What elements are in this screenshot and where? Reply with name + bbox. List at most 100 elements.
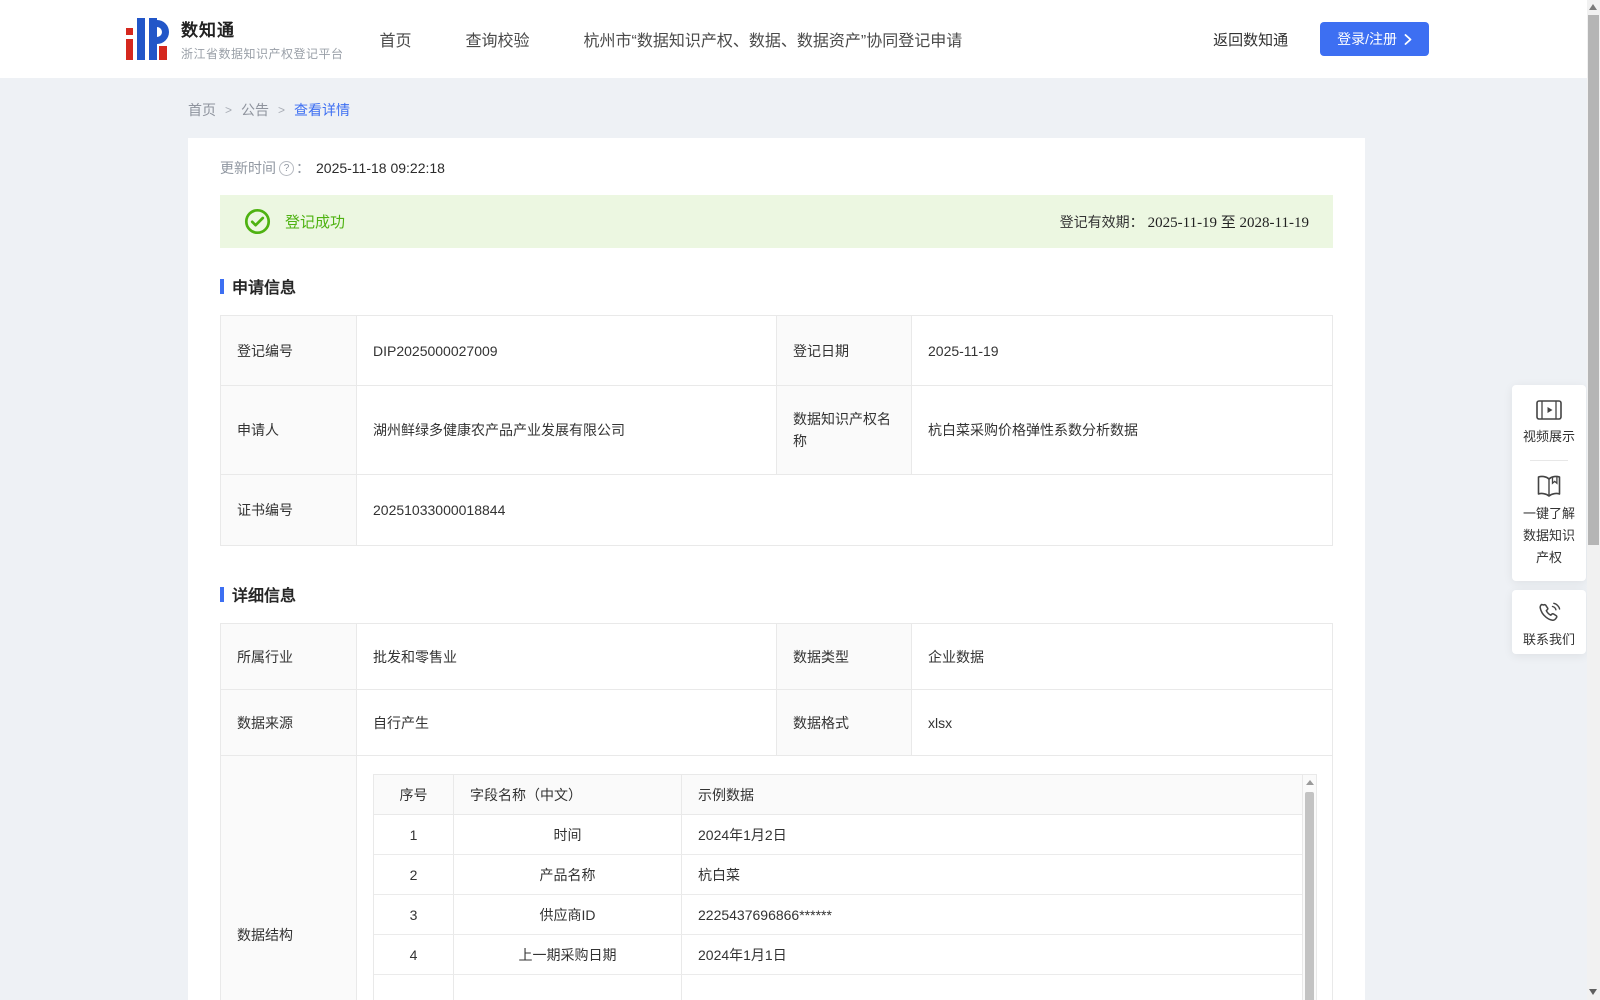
info-label: 登记日期 xyxy=(777,316,912,385)
info-label: 所属行业 xyxy=(221,624,357,689)
contact-us-label: 联系我们 xyxy=(1522,632,1575,647)
info-value: 20251033000018844 xyxy=(373,502,506,518)
status-banner: 登记成功 登记有效期： 2025-11-19 至 2028-11-19 xyxy=(220,195,1333,248)
breadcrumb-item-0[interactable]: 首页 xyxy=(188,100,216,120)
info-value: 企业数据 xyxy=(928,648,984,665)
login-button-label: 登录/注册 xyxy=(1337,31,1397,47)
structure-header-cell: 字段名称（中文） xyxy=(454,775,682,814)
login-button[interactable]: 登录/注册 xyxy=(1320,22,1429,56)
breadcrumb-item-1[interactable]: 公告 xyxy=(241,100,269,120)
structure-cell: 2 xyxy=(374,855,454,894)
phone-icon xyxy=(1539,602,1561,621)
info-label: 数据来源 xyxy=(221,690,357,755)
chevron-right-icon xyxy=(1404,33,1412,45)
structure-cell: 2024年1月2日 xyxy=(698,826,787,843)
validity-label: 登记有效期： xyxy=(1059,213,1144,230)
structure-cell: 2225437696866****** xyxy=(698,906,832,923)
structure-table-header: 序号 字段名称（中文） 示例数据 xyxy=(374,775,1316,815)
data-structure-body: 序号 字段名称（中文） 示例数据 1 时间 2024年1月2日 2 产品名称 杭白菜 3 供应商ID… xyxy=(357,756,1332,1000)
update-time-colon: ： xyxy=(296,160,310,176)
info-label: 数据类型 xyxy=(777,624,912,689)
section-bar xyxy=(220,278,224,294)
structure-cell: 供应商ID xyxy=(454,895,682,934)
structure-table-row: 2 产品名称 杭白菜 xyxy=(374,855,1302,895)
info-value: 批发和零售业 xyxy=(357,624,777,689)
header-right: 返回数知通 登录/注册 xyxy=(1213,22,1429,56)
structure-scrollbar-up-arrow[interactable] xyxy=(1306,780,1314,785)
structure-table-row: 4 上一期采购日期 2024年1月1日 xyxy=(374,935,1302,975)
breadcrumb-separator: > xyxy=(278,103,286,117)
info-label: 数据知识产权名称 xyxy=(777,386,912,474)
info-table-row: 证书编号 20251033000018844 xyxy=(221,475,1332,545)
book-icon xyxy=(1537,475,1561,497)
info-value: 自行产生 xyxy=(357,690,777,755)
info-label: 申请人 xyxy=(221,386,357,474)
structure-header-cell: 示例数据 xyxy=(698,786,754,803)
guide-label: 一键了解数据知识产权 xyxy=(1522,506,1575,565)
page-scrollbar[interactable] xyxy=(1587,0,1600,1000)
section-detail-title: 详细信息 xyxy=(232,588,297,605)
success-check-icon xyxy=(244,208,271,235)
video-demo-button[interactable]: 视频展示 xyxy=(1512,398,1586,448)
structure-table: 序号 字段名称（中文） 示例数据 1 时间 2024年1月2日 2 产品名称 杭白菜 3 供应商ID… xyxy=(373,774,1317,1000)
contact-us-button[interactable]: 联系我们 xyxy=(1512,601,1586,651)
scrollbar-down-arrow[interactable] xyxy=(1589,989,1597,995)
nav-item-2[interactable]: 杭州市“数据知识产权、数据、数据资产”协同登记申请 xyxy=(584,27,963,51)
structure-table-row: 1 时间 2024年1月2日 xyxy=(374,815,1302,855)
divider xyxy=(1530,460,1568,461)
scrollbar-thumb[interactable] xyxy=(1588,15,1599,545)
structure-header-cell: 序号 xyxy=(374,775,454,814)
detail-card: 更新时间 ? ： 2025-11-18 09:22:18 登记成功 登记有效期：… xyxy=(188,138,1365,1000)
structure-cell: 时间 xyxy=(454,815,682,854)
video-demo-label: 视频展示 xyxy=(1522,429,1575,444)
validity-value: 2025-11-19 至 2028-11-19 xyxy=(1147,215,1309,231)
back-link[interactable]: 返回数知通 xyxy=(1213,29,1288,50)
structure-cell: 上一期采购日期 xyxy=(454,935,682,974)
info-value: 杭白菜采购价格弹性系数分析数据 xyxy=(928,422,1138,438)
logo-title: 数知通 xyxy=(181,21,235,40)
detail-info-table: 所属行业 批发和零售业 数据类型 企业数据 数据来源 自行产生 数据格式 xlsx 数据结构 序号… xyxy=(220,623,1333,1000)
contact-panel: 联系我们 xyxy=(1512,590,1586,654)
structure-table-scrollbar[interactable] xyxy=(1302,775,1316,1000)
structure-cell xyxy=(374,975,454,1000)
main-nav: 首页 查询校验 杭州市“数据知识产权、数据、数据资产”协同登记申请 xyxy=(380,27,963,51)
structure-cell: 3 xyxy=(374,895,454,934)
structure-cell xyxy=(454,975,682,1000)
guide-button[interactable]: 一键了解数据知识产权 xyxy=(1512,473,1586,569)
help-icon[interactable]: ? xyxy=(279,160,294,176)
update-time-label: 更新时间 xyxy=(220,160,276,176)
structure-cell: 产品名称 xyxy=(454,855,682,894)
info-value: 湖州鲜绿多健康农产品产业发展有限公司 xyxy=(357,386,777,474)
logo-subtitle: 浙江省数据知识产权登记平台 xyxy=(181,47,344,61)
structure-cell: 杭白菜 xyxy=(698,866,740,883)
update-time-row: 更新时间 ? ： 2025-11-18 09:22:18 xyxy=(220,158,1333,178)
structure-cell: 4 xyxy=(374,935,454,974)
info-value: DIP2025000027009 xyxy=(357,316,777,385)
structure-table-row: 3 供应商ID 2225437696866****** xyxy=(374,895,1302,935)
nav-item-0[interactable]: 首页 xyxy=(380,27,412,51)
info-table-row: 申请人 湖州鲜绿多健康农产品产业发展有限公司 数据知识产权名称 杭白菜采购价格弹性系数… xyxy=(221,386,1332,475)
structure-table-body: 1 时间 2024年1月2日 2 产品名称 杭白菜 3 供应商ID 2225437696866*… xyxy=(374,815,1316,1000)
logo[interactable]: 数知通 浙江省数据知识产权登记平台 xyxy=(125,16,344,62)
structure-scrollbar-thumb[interactable] xyxy=(1305,792,1314,1000)
app-header: 数知通 浙江省数据知识产权登记平台 首页 查询校验 杭州市“数据知识产权、数据、数据… xyxy=(0,0,1587,78)
info-label: 数据格式 xyxy=(777,690,912,755)
info-value: xlsx xyxy=(928,714,953,731)
info-table-row: 所属行业 批发和零售业 数据类型 企业数据 xyxy=(221,624,1332,690)
validity-info: 登记有效期： 2025-11-19 至 2028-11-19 xyxy=(1060,211,1309,232)
data-structure-label: 数据结构 xyxy=(221,756,357,1000)
status-text: 登记成功 xyxy=(285,214,346,231)
breadcrumb-item-2: 查看详情 xyxy=(294,102,351,118)
section-apply-title: 申请信息 xyxy=(232,280,297,297)
structure-cell xyxy=(682,975,1302,1000)
section-apply-info: 申请信息 xyxy=(220,274,1333,298)
info-value: 2025-11-19 xyxy=(928,342,999,359)
structure-cell: 2024年1月1日 xyxy=(698,946,787,963)
scrollbar-up-arrow[interactable] xyxy=(1589,4,1597,10)
structure-table-row xyxy=(374,975,1302,1000)
nav-item-1[interactable]: 查询校验 xyxy=(466,27,530,51)
info-label: 登记编号 xyxy=(221,316,357,385)
structure-cell: 1 xyxy=(374,815,454,854)
update-time-value: 2025-11-18 09:22:18 xyxy=(316,160,445,176)
logo-icon xyxy=(126,18,169,60)
